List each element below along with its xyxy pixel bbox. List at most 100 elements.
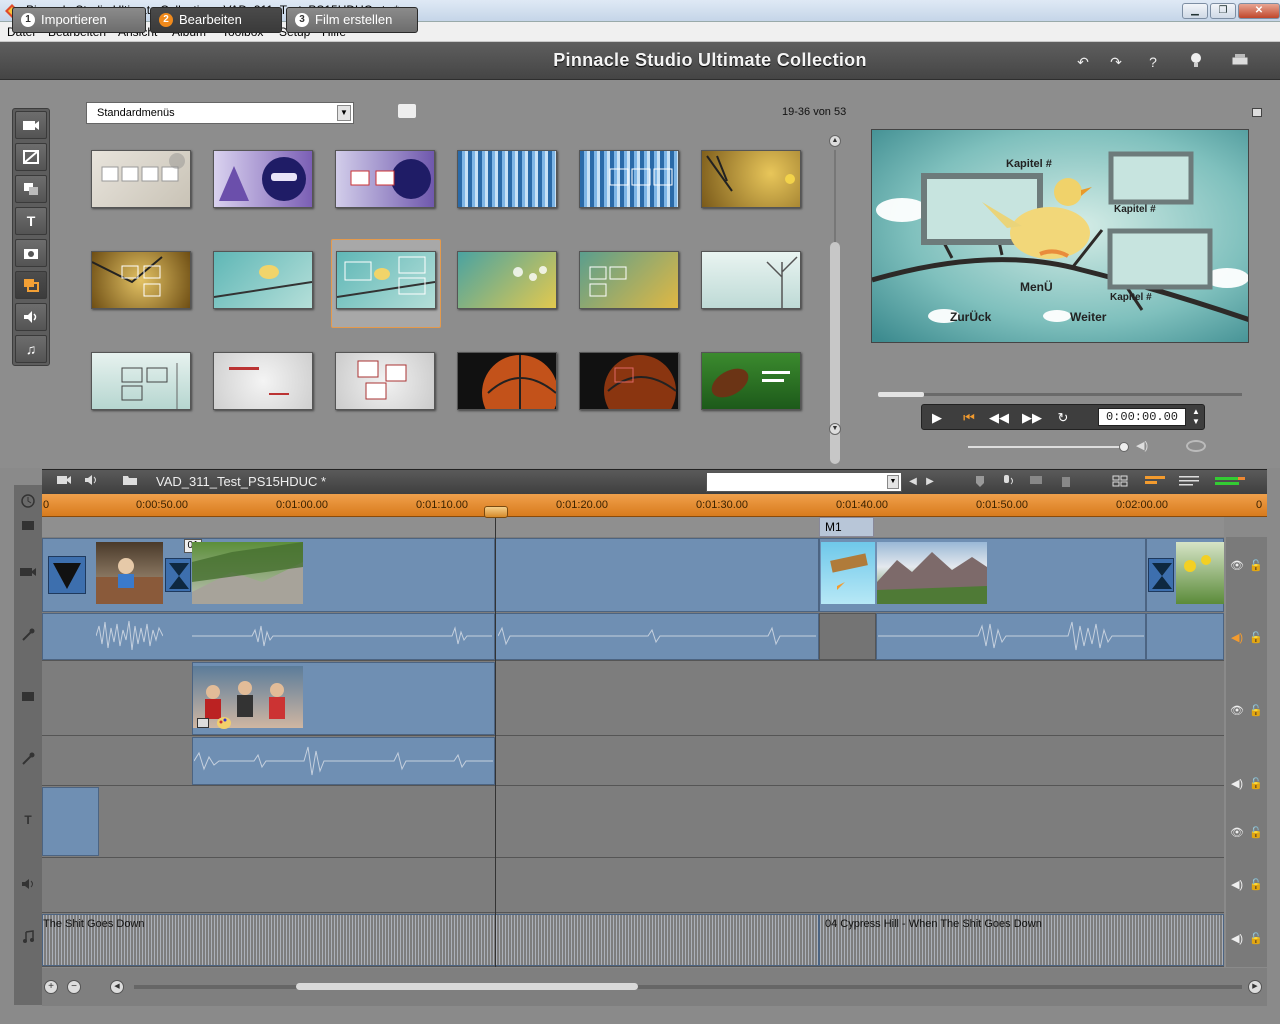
menu-thumbnail[interactable] xyxy=(579,150,679,208)
music-tab-button[interactable]: ♫ xyxy=(15,335,47,363)
timecode-spinner[interactable]: ▲ ▼ xyxy=(1190,407,1202,427)
marker-icon[interactable] xyxy=(972,474,988,490)
delete-icon[interactable] xyxy=(1058,474,1074,490)
lock-icon[interactable]: 🔓 xyxy=(1249,703,1263,719)
lock-icon[interactable]: 🔓 xyxy=(1249,825,1263,841)
go-to-start-icon[interactable]: ⏮ xyxy=(958,409,980,427)
menu-thumbnail[interactable] xyxy=(457,251,557,309)
lightbulb-icon[interactable] xyxy=(1186,52,1206,72)
speaker-icon[interactable]: ◀) xyxy=(1136,439,1152,453)
tab-film-erstellen[interactable]: 3 Film erstellen xyxy=(286,7,418,33)
arrow-left-icon[interactable]: ◀ xyxy=(905,474,921,490)
eye-icon[interactable]: 👁 xyxy=(1229,703,1245,719)
tab-importieren[interactable]: 1 Importieren xyxy=(12,7,146,33)
loop-icon[interactable]: ↻ xyxy=(1052,409,1074,427)
lock-icon[interactable]: 🔓 xyxy=(1249,558,1263,574)
speaker-icon[interactable]: ◀) xyxy=(1229,931,1245,947)
video-clip-thumbnail[interactable] xyxy=(877,542,987,604)
timeline-combo[interactable]: ▼ xyxy=(706,472,902,492)
frame-back-icon[interactable]: ◀◀ xyxy=(988,409,1010,427)
folder-icon[interactable] xyxy=(398,104,416,118)
transition-icon[interactable] xyxy=(165,558,191,592)
menu-thumbnail[interactable] xyxy=(579,352,679,427)
text-tab-button[interactable]: T xyxy=(15,207,47,235)
play-icon[interactable]: ▶ xyxy=(926,409,948,427)
menu-thumbnail[interactable] xyxy=(579,251,679,309)
album-category-select[interactable]: Standardmenüs ▼ xyxy=(86,102,354,124)
tab-bearbeiten[interactable]: 2 Bearbeiten xyxy=(150,7,282,33)
lock-icon[interactable]: 🔓 xyxy=(1249,776,1263,792)
close-button[interactable]: ✕ xyxy=(1238,3,1280,19)
menu-thumbnail[interactable] xyxy=(701,352,801,410)
menu-thumbnail[interactable] xyxy=(457,150,557,208)
album-scrollbar[interactable] xyxy=(830,136,840,464)
speaker-icon[interactable]: ◀) xyxy=(1229,630,1245,646)
dvd-toggle-icon[interactable] xyxy=(1186,440,1206,452)
timeline-view-icon[interactable] xyxy=(1144,474,1168,490)
zoom-out-icon[interactable]: − xyxy=(67,980,81,994)
title-clip[interactable] xyxy=(42,787,99,856)
lock-icon[interactable]: 🔓 xyxy=(1249,877,1263,893)
menus-tab-button[interactable] xyxy=(15,271,47,299)
menu-thumbnail[interactable] xyxy=(213,352,313,410)
frame-forward-icon[interactable]: ▶▶ xyxy=(1021,409,1043,427)
menu-thumbnail[interactable] xyxy=(213,150,313,208)
music-clip[interactable]: 04 Cypress Hill - When The Shit Goes Dow… xyxy=(819,914,1224,966)
menu-thumbnail[interactable] xyxy=(91,251,191,309)
timeline-hscroll[interactable] xyxy=(134,983,1242,990)
eye-icon[interactable]: 👁 xyxy=(1229,558,1245,574)
video-tab-button[interactable] xyxy=(15,111,47,139)
menu-thumbnail[interactable] xyxy=(701,251,801,309)
storyboard-view-icon[interactable] xyxy=(1112,474,1128,490)
help-icon[interactable]: ? xyxy=(1143,52,1163,72)
menu-thumbnail[interactable] xyxy=(457,352,558,431)
scrubber-knob[interactable] xyxy=(878,392,924,397)
menu-thumbnail[interactable] xyxy=(91,150,191,208)
lock-icon[interactable]: 🔓 xyxy=(1249,931,1263,947)
video-clip-thumbnail[interactable] xyxy=(193,666,303,728)
video-clip-thumbnail[interactable] xyxy=(821,542,875,604)
menu-thumbnail[interactable] xyxy=(91,352,191,410)
music-clip[interactable]: The Shit Goes Down xyxy=(42,914,819,966)
lock-icon[interactable]: 🔓 xyxy=(1249,630,1263,646)
video-clip-segment[interactable] xyxy=(495,538,819,612)
eye-icon[interactable]: 👁 xyxy=(1229,825,1245,841)
speaker-icon[interactable]: ◀) xyxy=(1229,776,1245,792)
photo-tab-button[interactable] xyxy=(15,239,47,267)
undo-icon[interactable]: ↶ xyxy=(1073,52,1093,72)
hscroll-thumb[interactable] xyxy=(296,983,638,990)
split-clip-icon[interactable] xyxy=(1028,474,1044,490)
detach-player-icon[interactable] xyxy=(1252,108,1262,117)
menu-thumbnail-selected[interactable] xyxy=(336,251,436,309)
audio-clip[interactable] xyxy=(1146,613,1224,660)
menu-thumbnail[interactable] xyxy=(335,150,435,208)
volume-slider[interactable] xyxy=(968,442,1129,452)
video-clip-thumbnail[interactable] xyxy=(1176,542,1224,604)
sound-effects-tab-button[interactable] xyxy=(15,303,47,331)
redo-icon[interactable]: ↷ xyxy=(1106,52,1126,72)
maximize-button[interactable]: ❐ xyxy=(1210,3,1236,19)
volume-knob[interactable] xyxy=(1119,442,1129,452)
transitions-tab-button[interactable] xyxy=(15,143,47,171)
scroll-left-icon[interactable]: ◀ xyxy=(110,980,124,994)
scroll-up-icon[interactable]: ▲ xyxy=(829,135,841,147)
voiceover-icon[interactable] xyxy=(1000,474,1016,490)
player-scrubber[interactable] xyxy=(878,392,1242,397)
transition-icon[interactable] xyxy=(48,556,86,594)
timeline-ruler[interactable]: 0 0:00:50.00 0:01:00.00 0:01:10.00 0:01:… xyxy=(42,494,1267,517)
scroll-right-icon[interactable]: ▶ xyxy=(1248,980,1262,994)
menu-thumbnail[interactable] xyxy=(701,150,801,208)
menu-thumbnail[interactable] xyxy=(213,251,313,309)
video-track-toggle-icon[interactable] xyxy=(56,474,72,490)
arrow-right-icon[interactable]: ▶ xyxy=(922,474,938,490)
clock-icon[interactable] xyxy=(14,494,42,514)
speaker-icon[interactable]: ◀) xyxy=(1229,877,1245,893)
playhead-handle[interactable] xyxy=(484,506,508,518)
video-clip-thumbnail[interactable] xyxy=(192,542,303,604)
text-view-icon[interactable] xyxy=(1178,474,1202,490)
timecode-field[interactable]: 0:00:00.00 xyxy=(1098,408,1186,426)
folder-icon[interactable] xyxy=(122,474,138,490)
zoom-in-icon[interactable]: + xyxy=(44,980,58,994)
menu-thumbnail[interactable] xyxy=(335,352,435,410)
transition-icon[interactable] xyxy=(1148,558,1174,592)
